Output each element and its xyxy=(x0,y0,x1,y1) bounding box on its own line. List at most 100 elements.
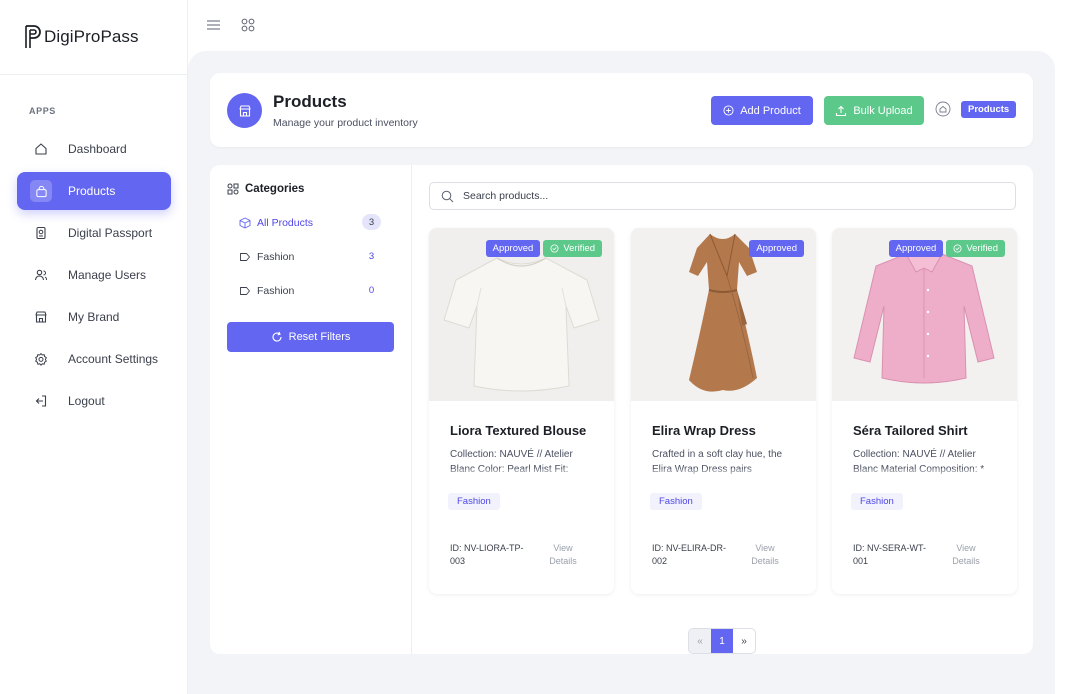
products-card: Categories All Products 3 Fashion 3 Fash… xyxy=(210,165,1033,654)
menu-toggle-icon[interactable] xyxy=(205,17,221,33)
app-logo[interactable]: DigiProPass xyxy=(24,24,139,50)
upload-icon xyxy=(836,105,847,116)
product-name[interactable]: Liora Textured Blouse xyxy=(450,423,586,438)
product-id: ID: NV-ELIRA-DR- 002 xyxy=(652,542,732,568)
product-id-line: 001 xyxy=(853,556,869,566)
verified-label: Verified xyxy=(563,243,595,254)
sidebar-nav: Dashboard Products Digital Passport Mana… xyxy=(17,130,171,424)
categories-title: Categories xyxy=(245,183,305,195)
search-bar xyxy=(429,182,1016,210)
tag-icon xyxy=(239,251,251,263)
view-details-line: Details xyxy=(952,556,980,566)
pagination: « 1 » xyxy=(688,628,756,654)
description-fade xyxy=(450,469,595,481)
product-card[interactable]: Approved Verified Liora Textured Blouse … xyxy=(429,228,614,594)
cube-icon xyxy=(239,217,251,229)
sidebar-item-label: Digital Passport xyxy=(68,226,153,240)
category-label: Fashion xyxy=(257,285,295,297)
product-id: ID: NV-SERA-WT- 001 xyxy=(853,542,933,568)
reset-filters-button[interactable]: Reset Filters xyxy=(227,322,394,352)
prev-page-button[interactable]: « xyxy=(689,629,711,653)
tag-icon xyxy=(239,285,251,297)
approved-badge: Approved xyxy=(485,240,541,257)
add-product-label: Add Product xyxy=(740,104,801,117)
view-details-line: View xyxy=(956,543,976,553)
app-name: DigiProPass xyxy=(44,27,139,46)
plus-circle-icon xyxy=(723,105,734,116)
verified-label: Verified xyxy=(966,243,998,254)
page-1-button[interactable]: 1 xyxy=(711,629,733,653)
check-circle-icon xyxy=(953,244,962,253)
check-circle-icon xyxy=(550,244,559,253)
sidebar-item-digital-passport[interactable]: Digital Passport xyxy=(17,214,171,252)
sidebar-item-account-settings[interactable]: Account Settings xyxy=(17,340,171,378)
passport-icon xyxy=(31,223,51,243)
users-icon xyxy=(31,265,51,285)
gear-icon xyxy=(31,349,51,369)
reset-filters-label: Reset Filters xyxy=(288,331,351,343)
apps-section-label: APPS xyxy=(29,106,56,116)
category-tag: Fashion xyxy=(448,493,500,510)
view-details-link[interactable]: View Details xyxy=(949,542,983,568)
description-fade xyxy=(652,469,797,481)
status-badges: Approved Verified xyxy=(485,240,602,257)
category-fashion[interactable]: Fashion 0 xyxy=(239,282,381,300)
sidebar-item-label: Products xyxy=(68,184,116,198)
logo-icon xyxy=(25,25,41,48)
apps-grid-icon[interactable] xyxy=(240,17,256,33)
status-badges: Approved xyxy=(749,240,804,257)
bulk-upload-label: Bulk Upload xyxy=(853,104,913,117)
page-header-card: Products Manage your product inventory A… xyxy=(210,73,1033,147)
description-fade xyxy=(853,469,998,481)
categories-heading: Categories xyxy=(227,183,304,195)
category-count: 3 xyxy=(368,250,375,262)
home-icon[interactable] xyxy=(935,101,951,117)
breadcrumb[interactable]: Products xyxy=(961,101,1017,118)
bulk-upload-button[interactable]: Bulk Upload xyxy=(824,96,924,125)
view-details-link[interactable]: View Details xyxy=(748,542,782,568)
category-label: All Products xyxy=(257,217,314,229)
view-details-line: Details xyxy=(549,556,577,566)
sidebar: DigiProPass APPS Dashboard Products Digi… xyxy=(0,0,188,694)
categories-panel: Categories All Products 3 Fashion 3 Fash… xyxy=(210,165,412,654)
view-details-line: View xyxy=(553,543,573,553)
home-icon xyxy=(31,139,51,159)
category-count: 0 xyxy=(368,284,375,296)
sidebar-item-label: Dashboard xyxy=(68,142,127,156)
product-id-line: 003 xyxy=(450,556,466,566)
category-all-products[interactable]: All Products 3 xyxy=(239,214,381,232)
sidebar-item-my-brand[interactable]: My Brand xyxy=(17,298,171,336)
view-details-line: Details xyxy=(751,556,779,566)
add-product-button[interactable]: Add Product xyxy=(711,96,813,125)
sidebar-divider xyxy=(0,74,188,75)
product-card[interactable]: Approved Verified Séra Tailored Shirt Co… xyxy=(832,228,1017,594)
view-details-line: View xyxy=(755,543,775,553)
bag-icon xyxy=(30,180,52,202)
sidebar-item-dashboard[interactable]: Dashboard xyxy=(17,130,171,168)
approved-badge: Approved xyxy=(749,240,804,257)
next-page-button[interactable]: » xyxy=(733,629,755,653)
store-icon xyxy=(238,104,251,117)
category-fashion[interactable]: Fashion 3 xyxy=(239,248,381,266)
page-subtitle: Manage your product inventory xyxy=(273,117,418,129)
product-name[interactable]: Elira Wrap Dress xyxy=(652,423,756,438)
verified-badge: Verified xyxy=(543,240,602,257)
sidebar-item-logout[interactable]: Logout xyxy=(17,382,171,420)
product-id: ID: NV-LIORA-TP- 003 xyxy=(450,542,530,568)
sidebar-item-label: Account Settings xyxy=(68,352,159,366)
product-id-line: ID: NV-LIORA-TP- xyxy=(450,543,524,553)
search-input[interactable] xyxy=(463,190,1003,202)
category-count: 3 xyxy=(362,214,381,230)
sidebar-item-manage-users[interactable]: Manage Users xyxy=(17,256,171,294)
product-id-line: 002 xyxy=(652,556,668,566)
refresh-icon xyxy=(272,331,282,342)
category-tag: Fashion xyxy=(851,493,903,510)
view-details-link[interactable]: View Details xyxy=(546,542,580,568)
product-name[interactable]: Séra Tailored Shirt xyxy=(853,423,968,438)
store-icon xyxy=(31,307,51,327)
sidebar-item-products[interactable]: Products xyxy=(17,172,171,210)
product-card[interactable]: Approved Elira Wrap Dress Crafted in a s… xyxy=(631,228,816,594)
page-title: Products xyxy=(273,92,347,111)
category-label: Fashion xyxy=(257,251,295,263)
products-avatar xyxy=(227,93,262,128)
